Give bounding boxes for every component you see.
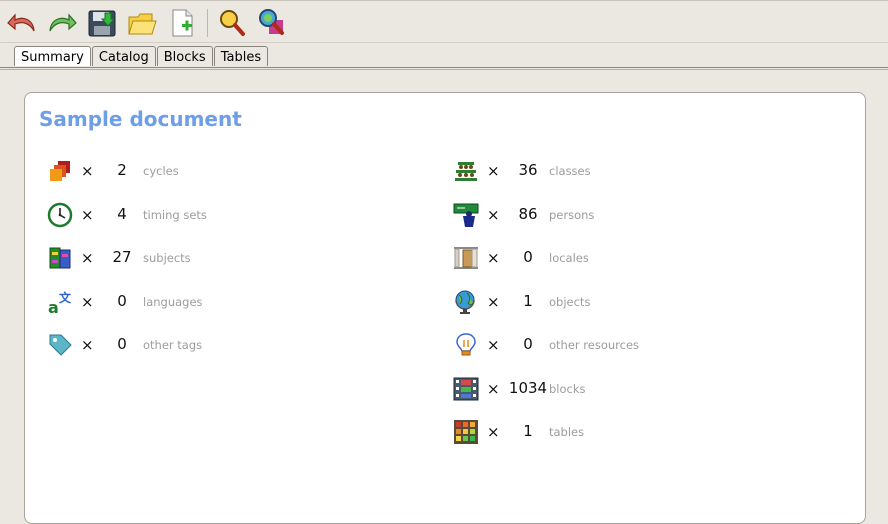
svg-text:文: 文 xyxy=(59,290,72,305)
stat-timing-sets: × 4 timing sets xyxy=(47,200,387,230)
persons-count: 86 xyxy=(518,205,538,223)
classes-icon xyxy=(455,162,477,181)
stat-tables: × 1 tables xyxy=(453,417,793,447)
timing-clock-icon xyxy=(47,202,73,228)
objects-label: objects xyxy=(549,295,591,309)
redo-button[interactable] xyxy=(46,7,78,39)
times-sign: × xyxy=(81,162,94,180)
times-sign: × xyxy=(487,380,500,398)
cycles-label: cycles xyxy=(143,164,179,178)
blocks-label: blocks xyxy=(549,382,586,396)
tables-grid-icon xyxy=(454,420,478,444)
lightbulb-icon xyxy=(456,333,476,356)
tab-bar-line-shadow xyxy=(0,69,888,70)
times-sign: × xyxy=(487,423,500,441)
times-sign: × xyxy=(487,162,500,180)
summary-panel: Sample document × 2 cycles × 4 timing se… xyxy=(24,92,866,524)
globe-icon xyxy=(455,290,475,314)
languages-label: languages xyxy=(143,295,203,309)
tab-bar-line xyxy=(0,67,888,68)
svg-text:a: a xyxy=(48,298,59,315)
tab-catalog[interactable]: Catalog xyxy=(91,46,156,66)
tag-icon xyxy=(49,334,72,356)
persons-label: persons xyxy=(549,208,595,222)
objects-count: 1 xyxy=(523,292,533,310)
open-folder-button[interactable] xyxy=(126,7,158,39)
stat-classes: × 36 classes xyxy=(453,156,793,186)
locales-door-icon xyxy=(454,247,478,269)
times-sign: × xyxy=(81,336,94,354)
cycles-icon xyxy=(50,161,70,181)
tables-count: 1 xyxy=(523,422,533,440)
undo-button[interactable] xyxy=(6,7,38,39)
new-document-icon xyxy=(172,9,193,37)
toolbar xyxy=(0,0,888,43)
save-button[interactable] xyxy=(86,7,118,39)
stat-cycles: × 2 cycles xyxy=(47,156,387,186)
times-sign: × xyxy=(81,206,94,224)
tab-blocks[interactable]: Blocks xyxy=(156,46,213,66)
classes-label: classes xyxy=(549,164,591,178)
subjects-books-icon xyxy=(49,247,71,269)
other-tags-label: other tags xyxy=(143,338,203,352)
search-button[interactable] xyxy=(216,7,248,39)
stat-other-tags: × 0 other tags xyxy=(47,330,387,360)
stat-languages: a 文 × 0 languages xyxy=(47,287,387,317)
tab-tables[interactable]: Tables xyxy=(213,46,269,66)
search-color-icon xyxy=(259,9,284,35)
subjects-label: subjects xyxy=(143,251,191,265)
times-sign: × xyxy=(487,293,500,311)
locales-label: locales xyxy=(549,251,589,265)
other-resources-label: other resources xyxy=(549,338,640,352)
timing-sets-label: timing sets xyxy=(143,208,207,222)
stat-blocks: × 1034 blocks xyxy=(453,374,793,404)
classes-count: 36 xyxy=(518,161,538,179)
folder-open-icon xyxy=(128,13,157,35)
toolbar-separator xyxy=(207,9,208,37)
languages-count: 0 xyxy=(117,292,127,310)
blocks-count: 1034 xyxy=(508,379,548,397)
new-document-button[interactable] xyxy=(166,7,198,39)
toolbar-bottom-line xyxy=(0,42,888,43)
redo-icon xyxy=(49,13,77,32)
stat-other-resources: × 0 other resources xyxy=(453,330,793,360)
subjects-count: 27 xyxy=(112,248,132,266)
stat-objects: × 1 objects xyxy=(453,287,793,317)
stat-persons: × 86 persons xyxy=(453,200,793,230)
persons-teacher-icon xyxy=(453,203,479,227)
locales-count: 0 xyxy=(523,248,533,266)
times-sign: × xyxy=(81,293,94,311)
save-disk-icon xyxy=(88,10,116,37)
tables-label: tables xyxy=(549,425,585,439)
other-resources-count: 0 xyxy=(523,335,533,353)
languages-icon: a 文 xyxy=(48,290,72,315)
stat-subjects: × 27 subjects xyxy=(47,243,387,273)
times-sign: × xyxy=(81,249,94,267)
tab-bar: Summary Catalog Blocks Tables xyxy=(14,46,269,68)
times-sign: × xyxy=(487,249,500,267)
stat-locales: × 0 locales xyxy=(453,243,793,273)
search-advanced-button[interactable] xyxy=(256,7,288,39)
undo-icon xyxy=(7,13,35,32)
times-sign: × xyxy=(487,336,500,354)
blocks-film-icon xyxy=(453,377,479,401)
times-sign: × xyxy=(487,206,500,224)
tab-summary[interactable]: Summary xyxy=(14,46,91,66)
other-tags-count: 0 xyxy=(117,335,127,353)
cycles-count: 2 xyxy=(117,161,127,179)
search-magnifier-icon xyxy=(220,10,245,36)
timing-sets-count: 4 xyxy=(117,205,127,223)
document-title: Sample document xyxy=(39,107,242,131)
